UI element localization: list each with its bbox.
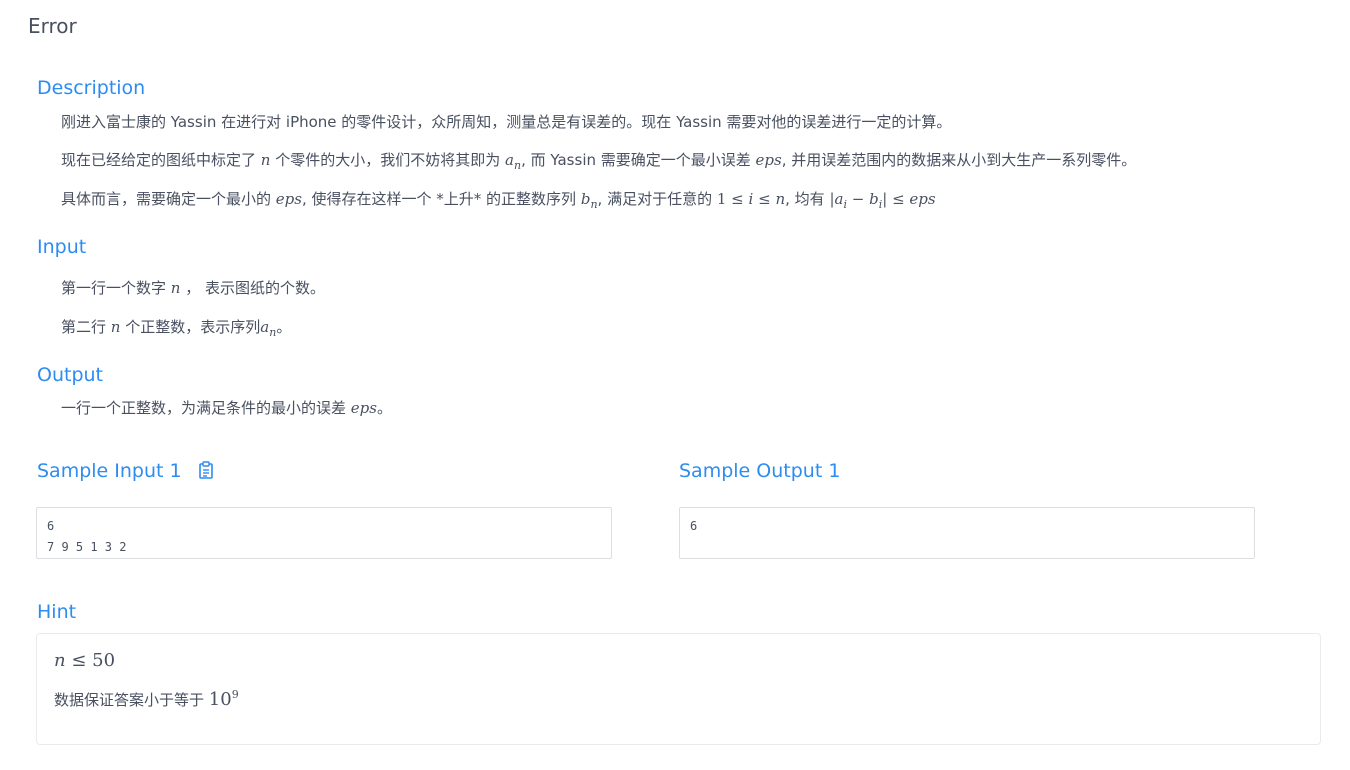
description-paragraph-2: 现在已经给定的图纸中标定了 n 个零件的大小，我们不妨将其即为 an, 而 Ya… bbox=[61, 151, 1137, 172]
hint-heading: Hint bbox=[37, 601, 77, 623]
math-b-n: bn bbox=[580, 190, 598, 211]
math-range: 1 ≤ i ≤ n bbox=[716, 190, 786, 208]
math-eps: eps bbox=[755, 151, 782, 169]
clipboard-icon[interactable] bbox=[198, 461, 214, 484]
math-a-n: an bbox=[505, 151, 522, 172]
output-heading: Output bbox=[37, 364, 103, 386]
math-n: n bbox=[170, 279, 181, 297]
hint-box: n ≤ 50 数据保证答案小于等于 109 bbox=[36, 633, 1321, 745]
input-heading: Input bbox=[37, 236, 87, 258]
description-paragraph-3: 具体而言，需要确定一个最小的 eps, 使得存在这样一个 *上升* 的正整数序列… bbox=[61, 190, 936, 211]
problem-page: Error Description 刚进入富士康的 Yassin 在进行对 iP… bbox=[0, 0, 1350, 770]
math-n: n bbox=[110, 318, 121, 336]
hint-line-2: 数据保证答案小于等于 109 bbox=[54, 688, 239, 710]
math-eps: eps bbox=[275, 190, 302, 208]
description-paragraph-1: 刚进入富士康的 Yassin 在进行对 iPhone 的零件设计，众所周知，测量… bbox=[61, 113, 952, 131]
math-abs-diff: |ai − bi| ≤ eps bbox=[829, 190, 936, 211]
sample-input-heading: Sample Input 1 bbox=[37, 460, 214, 484]
math-n: n bbox=[260, 151, 271, 169]
sample-input-box[interactable]: 6 7 9 5 1 3 2 bbox=[36, 507, 612, 559]
math-eps: eps bbox=[350, 399, 377, 417]
description-heading: Description bbox=[37, 77, 146, 99]
math-a-n: an bbox=[260, 318, 277, 339]
input-paragraph-2: 第二行 n 个正整数，表示序列an。 bbox=[61, 318, 292, 339]
hint-line-1: n ≤ 50 bbox=[54, 650, 116, 671]
sample-output-heading: Sample Output 1 bbox=[679, 460, 841, 482]
output-paragraph-1: 一行一个正整数，为满足条件的最小的误差 eps。 bbox=[61, 399, 392, 417]
input-paragraph-1: 第一行一个数字 n ， 表示图纸的个数。 bbox=[61, 279, 326, 297]
page-title: Error bbox=[28, 14, 77, 38]
sample-output-box[interactable]: 6 bbox=[679, 507, 1255, 559]
